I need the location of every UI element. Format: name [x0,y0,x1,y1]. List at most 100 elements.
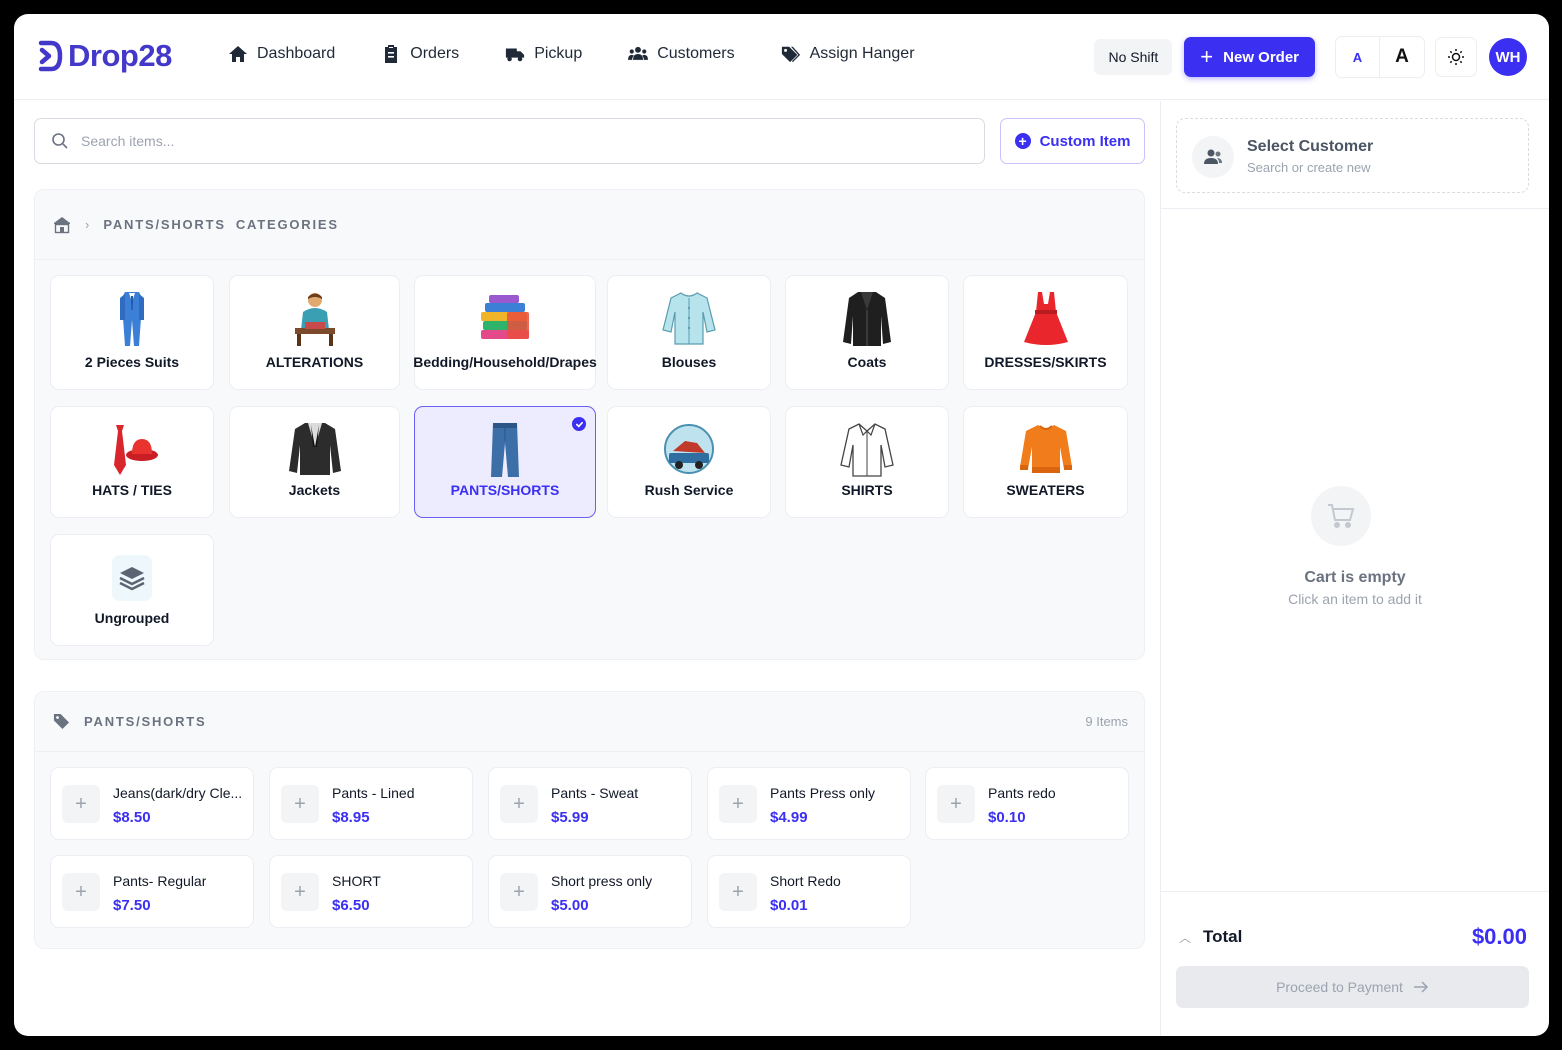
breadcrumb-label: PANTS/SHORTS CATEGORIES [103,217,339,232]
layers-icon [112,555,152,601]
sun-icon [1448,49,1464,65]
category-shirts[interactable]: SHIRTS [785,406,949,518]
shift-status-button[interactable]: No Shift [1094,39,1173,75]
search-input[interactable]: Search items... [34,118,985,164]
font-larger-button[interactable]: A [1380,37,1424,77]
nav-assign-hanger[interactable]: Assign Hanger [781,44,915,64]
add-item-icon[interactable]: + [281,785,319,823]
category-alterations[interactable]: ALTERATIONS [229,275,400,390]
category-bedding[interactable]: Bedding/Household/Drapes [413,275,597,390]
categories-panel: › PANTS/SHORTS CATEGORIES 2 Pieces Suits … [34,189,1145,660]
divider [1161,208,1549,209]
cart-empty-subtitle: Click an item to add it [1288,591,1422,607]
plus-circle-icon: + [1014,133,1031,149]
custom-item-button[interactable]: + Custom Item [1000,118,1145,164]
items-count: 9 Items [1085,714,1128,729]
add-item-icon[interactable]: + [62,785,100,823]
new-order-button[interactable]: + New Order [1184,37,1315,77]
font-size-toggle: A A [1335,36,1425,78]
brand-name: Drop28 [68,38,172,73]
add-item-icon[interactable]: + [719,873,757,911]
breadcrumb-separator: › [85,217,90,232]
rush-badge-icon [664,424,714,474]
item-card[interactable]: + Pants redo $0.10 [925,767,1129,840]
font-smaller-button[interactable]: A [1336,37,1380,77]
category-pants-shorts[interactable]: PANTS/SHORTS [414,406,596,518]
item-card[interactable]: + Pants- Regular $7.50 [50,855,254,928]
header-actions: No Shift + New Order A A WH [1094,36,1527,78]
dress-icon [1023,292,1068,345]
clipboard-icon [385,45,398,63]
theme-toggle-button[interactable] [1435,37,1477,77]
item-card[interactable]: + Jeans(dark/dry Cle... $8.50 [50,767,254,840]
truck-icon [506,48,525,62]
tags-icon [781,46,800,63]
item-card[interactable]: + Short Redo $0.01 [707,855,911,928]
catalog-area: Search items... + Custom Item › PANTS/SH… [14,101,1160,1036]
add-item-icon[interactable]: + [500,873,538,911]
nav-orders[interactable]: Orders [381,44,459,64]
store-icon[interactable] [53,216,71,234]
cart-icon [1311,486,1371,546]
total-value: $0.00 [1471,924,1527,949]
nav-customers[interactable]: Customers [628,44,735,64]
top-header: Drop28 Dashboard Orders Pickup Customers [14,14,1549,100]
coat-icon [843,292,891,346]
breadcrumb: › PANTS/SHORTS CATEGORIES [35,190,1144,260]
linens-stack-icon [481,295,529,339]
category-blouses[interactable]: Blouses [607,275,771,390]
cart-empty-title: Cart is empty [1304,569,1406,586]
add-item-icon[interactable]: + [62,873,100,911]
jacket-icon [288,423,341,475]
hat-tie-icon [114,425,158,475]
search-icon [52,133,68,149]
tag-icon [53,713,70,730]
users-icon [628,46,649,60]
category-rush-service[interactable]: Rush Service [607,406,771,518]
blouse-icon [662,292,716,345]
category-hats-ties[interactable]: HATS / TIES [50,406,214,518]
logo-mark-icon [38,40,63,72]
brand-logo[interactable]: Drop28 [38,38,172,74]
category-coats[interactable]: Coats [785,275,949,390]
category-ungrouped[interactable]: Ungrouped [50,534,214,646]
app-window: Drop28 Dashboard Orders Pickup Customers [14,14,1549,1036]
items-section-header: PANTS/SHORTS [35,692,1144,752]
category-jackets[interactable]: Jackets [229,406,400,518]
plus-icon: + [1200,44,1214,69]
add-item-icon[interactable]: + [500,785,538,823]
add-item-icon[interactable]: + [937,785,975,823]
main-nav: Dashboard Orders Pickup Customers Assign… [228,44,961,64]
category-2-pieces-suits[interactable]: 2 Pieces Suits [50,275,214,390]
user-avatar[interactable]: WH [1489,38,1527,76]
chevron-up-icon: ︿ [1179,930,1192,945]
sweater-icon [1019,425,1072,473]
shirt-icon [840,423,894,477]
search-placeholder: Search items... [81,133,175,149]
divider [1161,891,1549,892]
add-item-icon[interactable]: + [281,873,319,911]
proceed-to-payment-button[interactable]: Proceed to Payment [1176,966,1529,1008]
item-card[interactable]: + Short press only $5.00 [488,855,692,928]
arrow-right-icon [1413,981,1428,993]
items-section-title: PANTS/SHORTS [84,714,207,729]
item-card[interactable]: + Pants Press only $4.99 [707,767,911,840]
item-card[interactable]: + SHORT $6.50 [269,855,473,928]
cart-sidebar: Select Customer Search or create new Car… [1160,101,1549,1036]
suit-icon [120,292,144,346]
item-card[interactable]: + Pants - Lined $8.95 [269,767,473,840]
add-item-icon[interactable]: + [719,785,757,823]
total-toggle[interactable]: ︿ Total [1179,927,1242,947]
items-panel: PANTS/SHORTS 9 Items + Jeans(dark/dry Cl… [34,691,1145,949]
item-card[interactable]: + Pants - Sweat $5.99 [488,767,692,840]
category-sweaters[interactable]: SWEATERS [963,406,1128,518]
tailor-icon [294,293,335,346]
user-group-icon [1192,136,1234,178]
jeans-icon [491,423,519,477]
select-customer-button[interactable]: Select Customer Search or create new [1176,118,1529,193]
home-icon [229,46,247,62]
category-dresses-skirts[interactable]: DRESSES/SKIRTS [963,275,1128,390]
nav-dashboard[interactable]: Dashboard [228,44,335,64]
selected-check-icon [572,417,586,431]
nav-pickup[interactable]: Pickup [505,44,582,64]
